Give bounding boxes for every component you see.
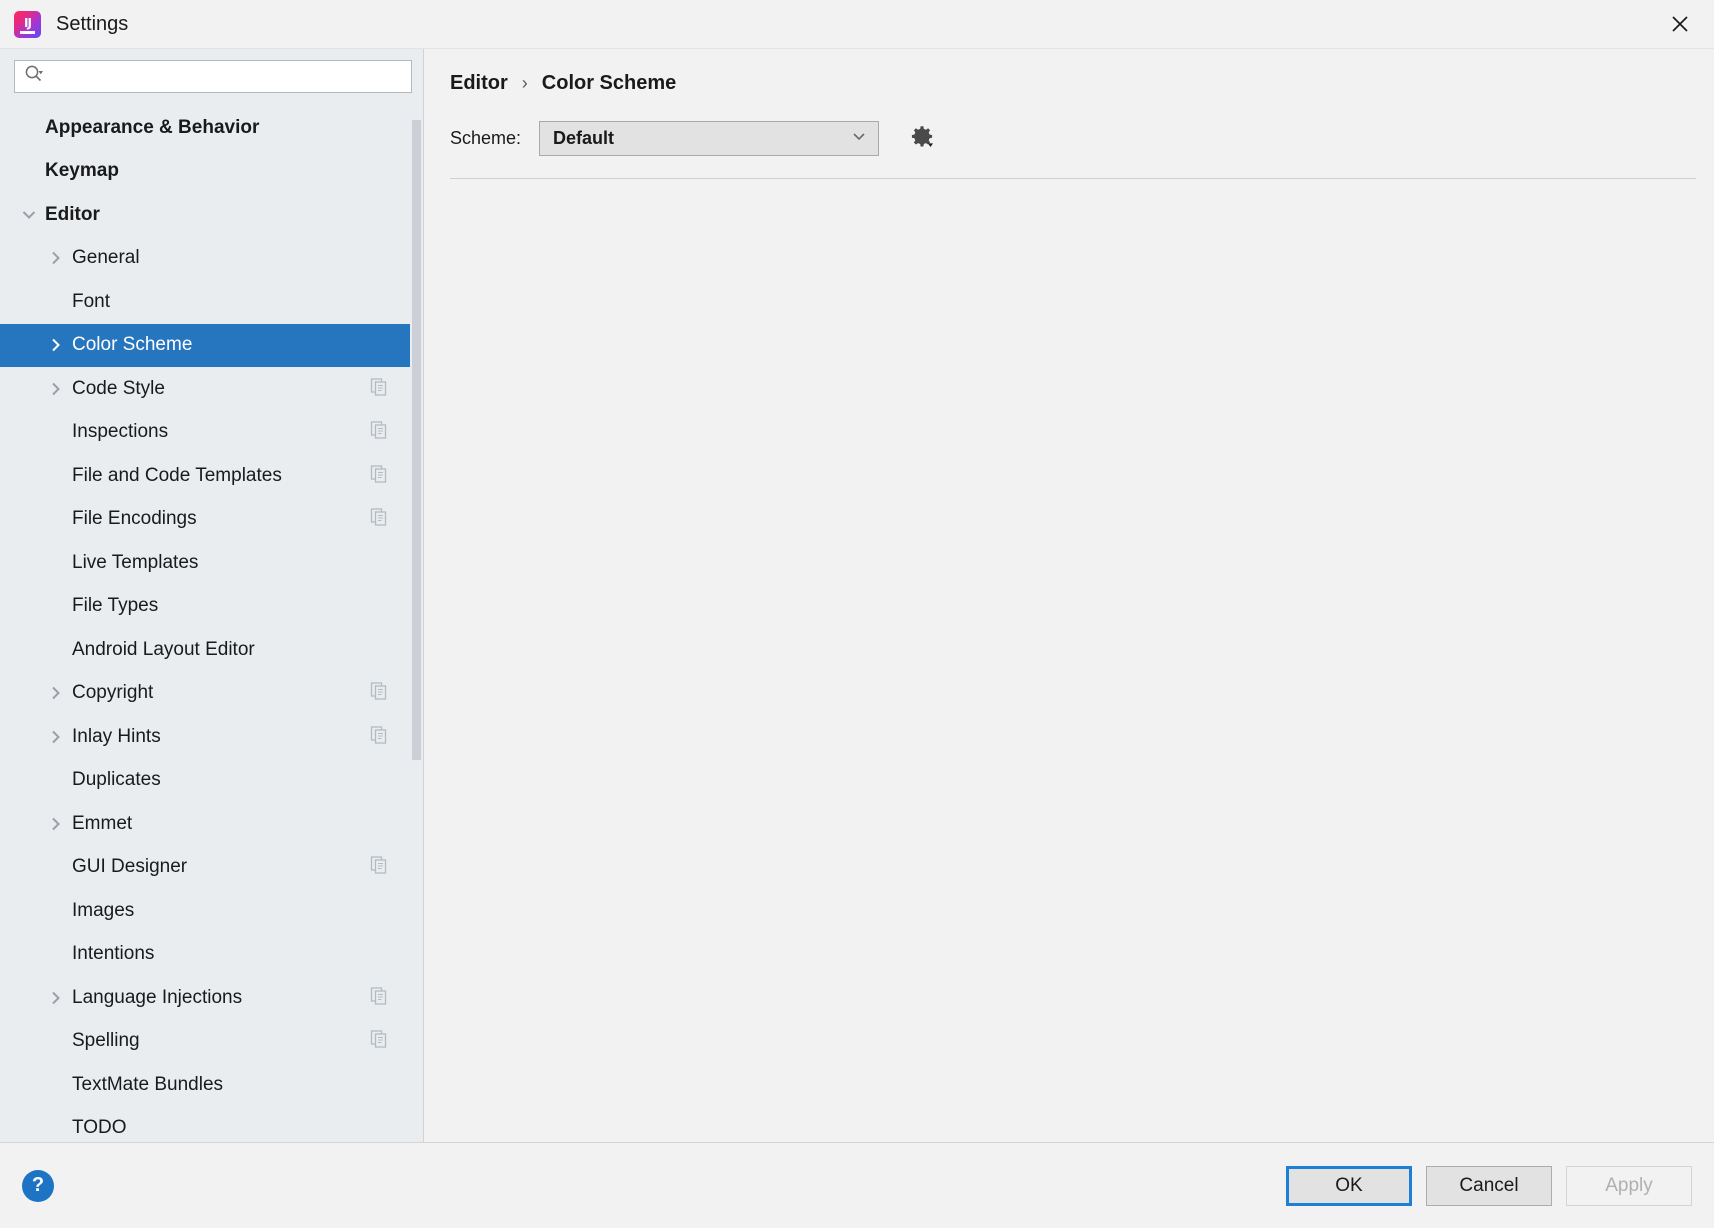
help-button[interactable]: ?: [22, 1169, 54, 1202]
intellij-idea-logo-icon: IJ: [14, 10, 41, 38]
sidebar-item-emmet[interactable]: Emmet: [0, 802, 423, 846]
sidebar-item-label: Android Layout Editor: [72, 638, 255, 660]
sidebar-scrollbar-track[interactable]: [410, 102, 423, 1142]
chevron-right-icon[interactable]: [45, 728, 67, 746]
sidebar-item-label: Code Style: [72, 377, 165, 399]
sidebar-item-label: GUI Designer: [72, 856, 188, 878]
copy-settings-icon: [369, 1029, 389, 1054]
search-input[interactable]: [49, 62, 411, 91]
breadcrumb: Editor › Color Scheme: [450, 49, 1696, 95]
chevron-right-icon[interactable]: [45, 684, 67, 702]
settings-tree-scroll: Appearance & Behavior Keymap Editor General…: [0, 102, 423, 1142]
chevron-right-icon[interactable]: [45, 336, 67, 354]
scheme-row: Scheme: Default: [450, 121, 1696, 156]
gear-icon: [909, 123, 935, 154]
sidebar-item-label: File Types: [72, 595, 159, 617]
sidebar-item-font[interactable]: Font: [0, 280, 423, 324]
chevron-down-icon[interactable]: [18, 206, 40, 224]
sidebar-item-color-scheme[interactable]: Color Scheme: [0, 323, 423, 367]
search-box[interactable]: [14, 60, 412, 93]
window-title: Settings: [56, 12, 129, 35]
sidebar-item-inlay-hints[interactable]: Inlay Hints: [0, 715, 423, 759]
sidebar-item-label: TextMate Bundles: [72, 1073, 224, 1095]
copy-settings-icon: [369, 420, 389, 445]
copy-settings-icon: [369, 376, 389, 401]
sidebar-item-duplicates[interactable]: Duplicates: [0, 759, 423, 803]
settings-main-panel: Editor › Color Scheme Scheme: Default: [424, 49, 1714, 1142]
sidebar-item-label: Inspections: [72, 421, 169, 443]
copy-settings-icon: [369, 985, 389, 1010]
chevron-down-icon: [849, 126, 869, 151]
sidebar-item-spelling[interactable]: Spelling: [0, 1020, 423, 1064]
sidebar-scrollbar-thumb[interactable]: [412, 120, 421, 760]
sidebar-item-label: Color Scheme: [72, 334, 193, 356]
search-icon[interactable]: [23, 63, 45, 90]
sidebar-item-label: General: [72, 247, 140, 269]
scheme-settings-gear-button[interactable]: [905, 122, 939, 156]
sidebar-item-label: File and Code Templates: [72, 464, 282, 486]
sidebar-item-images[interactable]: Images: [0, 889, 423, 933]
sidebar-item-file-encodings[interactable]: File Encodings: [0, 498, 423, 542]
breadcrumb-current: Color Scheme: [541, 72, 677, 94]
sidebar-item-copyright[interactable]: Copyright: [0, 672, 423, 716]
sidebar-item-textmate-bundles[interactable]: TextMate Bundles: [0, 1063, 423, 1107]
sidebar-item-label: Images: [72, 899, 135, 921]
copy-settings-icon: [369, 724, 389, 749]
sidebar-item-android-layout-editor[interactable]: Android Layout Editor: [0, 628, 423, 672]
sidebar-item-appearance-behavior[interactable]: Appearance & Behavior: [0, 106, 423, 150]
sidebar-item-file-and-code-templates[interactable]: File and Code Templates: [0, 454, 423, 498]
title-bar: IJ Settings: [0, 0, 1714, 48]
chevron-right-icon[interactable]: [45, 815, 67, 833]
scheme-select[interactable]: Default: [539, 121, 880, 156]
sidebar-item-label: Font: [72, 290, 111, 312]
sidebar-item-label: Spelling: [72, 1030, 140, 1052]
sidebar-item-gui-designer[interactable]: GUI Designer: [0, 846, 423, 890]
sidebar-item-editor[interactable]: Editor: [0, 193, 423, 237]
dialog-footer: ? OK Cancel Apply: [0, 1142, 1714, 1228]
sidebar-item-live-templates[interactable]: Live Templates: [0, 541, 423, 585]
sidebar-item-todo[interactable]: TODO: [0, 1107, 423, 1143]
sidebar-item-general[interactable]: General: [0, 237, 423, 281]
settings-sidebar: Appearance & Behavior Keymap Editor General…: [0, 49, 424, 1142]
sidebar-item-label: Editor: [45, 203, 100, 225]
sidebar-item-label: TODO: [72, 1117, 127, 1139]
settings-dialog: IJ Settings Appearance & Behavior Keymap…: [0, 0, 1714, 1228]
apply-button[interactable]: Apply: [1566, 1165, 1692, 1206]
chevron-right-icon[interactable]: [45, 380, 67, 398]
copy-settings-icon: [369, 463, 389, 488]
scheme-selected-value: Default: [553, 128, 615, 148]
sidebar-item-label: Keymap: [45, 160, 119, 182]
sidebar-item-language-injections[interactable]: Language Injections: [0, 976, 423, 1020]
breadcrumb-separator-icon: ›: [521, 73, 528, 93]
search-container: [0, 49, 423, 102]
sidebar-item-inspections[interactable]: Inspections: [0, 411, 423, 455]
sidebar-item-label: Inlay Hints: [72, 725, 161, 747]
sidebar-item-file-types[interactable]: File Types: [0, 585, 423, 629]
copy-settings-icon: [369, 681, 389, 706]
footer-buttons: OK Cancel Apply: [1286, 1165, 1692, 1206]
copy-settings-icon: [369, 507, 389, 532]
copy-settings-icon: [369, 855, 389, 880]
cancel-button[interactable]: Cancel: [1426, 1165, 1552, 1206]
scheme-label: Scheme:: [450, 128, 522, 148]
sidebar-item-code-style[interactable]: Code Style: [0, 367, 423, 411]
sidebar-item-label: Copyright: [72, 682, 154, 704]
ok-button[interactable]: OK: [1286, 1165, 1412, 1206]
chevron-right-icon[interactable]: [45, 249, 67, 267]
breadcrumb-parent[interactable]: Editor: [450, 72, 508, 95]
scheme-separator: [450, 178, 1696, 179]
sidebar-item-label: Language Injections: [72, 986, 243, 1008]
settings-tree: Appearance & Behavior Keymap Editor General…: [0, 102, 423, 1142]
sidebar-item-label: Emmet: [72, 812, 133, 834]
sidebar-item-label: Intentions: [72, 943, 155, 965]
sidebar-item-label: Duplicates: [72, 769, 161, 791]
sidebar-item-label: Appearance & Behavior: [45, 116, 260, 138]
sidebar-item-intentions[interactable]: Intentions: [0, 933, 423, 977]
dialog-body: Appearance & Behavior Keymap Editor General…: [0, 48, 1714, 1142]
chevron-right-icon[interactable]: [45, 989, 67, 1007]
close-icon[interactable]: [1646, 0, 1714, 48]
sidebar-item-label: Live Templates: [72, 551, 199, 573]
sidebar-item-keymap[interactable]: Keymap: [0, 150, 423, 194]
sidebar-item-label: File Encodings: [72, 508, 197, 530]
